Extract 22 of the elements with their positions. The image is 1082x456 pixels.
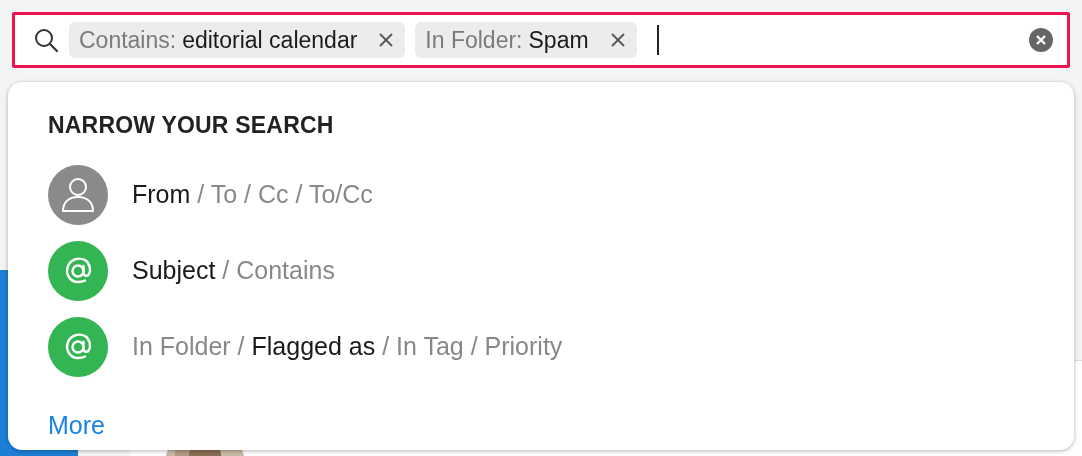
person-icon [61,176,95,213]
suggestion-item[interactable]: Subject / Contains [48,232,1034,309]
clear-search-button[interactable] [1029,28,1053,52]
close-icon [379,33,394,47]
token-label: Contains: [79,25,177,55]
suggestion-text: From / To / Cc / To/Cc [132,178,373,210]
remove-token-button[interactable] [379,33,394,47]
section-heading: NARROW YOUR SEARCH [48,111,335,140]
text-cursor [656,25,659,55]
token-value: Spam [528,25,589,55]
suggestion-item[interactable]: From / To / Cc / To/Cc [48,156,1034,233]
clear-icon [1029,28,1053,52]
search-field[interactable]: Contains: editorial calendar In Folder: Spam [12,12,1070,68]
remove-token-button[interactable] [610,33,625,47]
close-icon [610,33,625,47]
token-value: editorial calendar [182,25,358,55]
suggestion-item[interactable]: In Folder / Flagged as / In Tag / Priority [48,308,1034,385]
more-link[interactable]: More [48,406,105,444]
search-icon [33,27,59,53]
suggestion-text: In Folder / Flagged as / In Tag / Priority [132,330,563,362]
suggestion-text: Subject / Contains [132,254,335,286]
token-label: In Folder: [425,25,523,55]
